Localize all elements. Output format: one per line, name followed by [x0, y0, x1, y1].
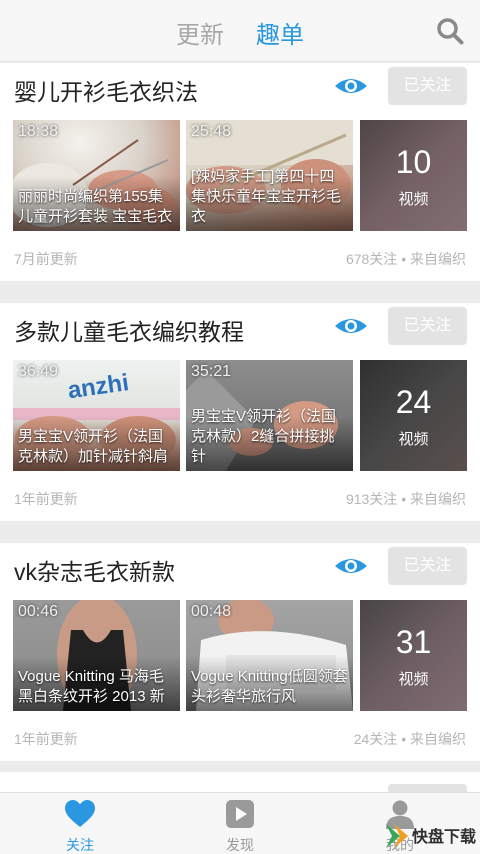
video-count-unit: 视频 [398, 431, 429, 448]
video-thumbnail[interactable]: 00:48 Vogue Knitting低圆领套头衫奢华旅行风 [186, 600, 353, 711]
updated-time: 1年前更新 [14, 491, 78, 507]
video-count: 10 [395, 144, 432, 180]
tab-fun-list[interactable]: 趣单 [256, 15, 304, 50]
video-thumbnail[interactable]: 35:21 男宝宝V领开衫（法国克林款）2缝合拼接挑针 [186, 360, 353, 471]
video-thumbnail[interactable]: anzhi 36:49 男宝宝V领开衫（法国克林款）加针减针斜肩 [13, 360, 180, 471]
video-thumbnail[interactable]: 00:46 Vogue Knitting 马海毛黑白条纹开衫 2013 新 [13, 600, 180, 711]
follow-stats: 24关注 • 来自编织 [353, 731, 466, 747]
heart-icon [65, 800, 95, 827]
video-title: 丽丽时尚编织第155集儿童开衫套装 宝宝毛衣 [18, 188, 173, 225]
eye-icon [335, 559, 367, 573]
video-duration: 36:49 [18, 363, 59, 380]
followed-button[interactable]: 已关注 [388, 67, 467, 105]
more-videos-tile[interactable]: 31 视频 [360, 600, 467, 711]
video-count-unit: 视频 [398, 191, 429, 208]
card-title: 多款儿童毛衣编织教程 [14, 319, 244, 345]
card-title: 婴儿开衫毛衣织法 [14, 79, 198, 105]
video-duration: 25:48 [191, 123, 232, 140]
watermark-graphic: 快盘下载 [386, 824, 476, 848]
video-title: [辣妈家手工]第四十四集快乐童年宝宝开衫毛衣 [191, 168, 342, 225]
video-thumbnail[interactable]: 25:48 [辣妈家手工]第四十四集快乐童年宝宝开衫毛衣 [186, 120, 353, 231]
video-title: Vogue Knitting低圆领套头衫奢华旅行风 [191, 668, 348, 705]
eye-icon [335, 79, 367, 93]
more-videos-tile[interactable]: 10 视频 [360, 120, 467, 231]
svg-text:快盘下载: 快盘下载 [412, 827, 476, 846]
list-card[interactable]: 多款儿童毛衣编织教程 已关注 anzhi 36:49 男宝宝V领开衫（法国克林款… [0, 303, 480, 521]
followed-button[interactable]: 已关注 [388, 547, 467, 585]
nav-discover-label: 发现 [226, 837, 254, 853]
list-card[interactable]: vk杂志毛衣新款 已关注 00:46 Vogue Knitting 马海毛黑白条… [0, 543, 480, 761]
video-count: 24 [395, 384, 432, 420]
eye-icon [335, 319, 367, 333]
nav-follow-label: 关注 [66, 837, 94, 853]
video-thumbnail[interactable]: 18:38 丽丽时尚编织第155集儿童开衫套装 宝宝毛衣 [13, 120, 180, 231]
video-count-unit: 视频 [398, 671, 429, 688]
follow-stats: 678关注 • 来自编织 [345, 251, 466, 267]
video-duration: 00:46 [18, 603, 59, 620]
video-title: 男宝宝V领开衫（法国克林款）2缝合拼接挑针 [191, 408, 337, 465]
svg-text:anzhi: anzhi [66, 369, 131, 404]
video-count: 31 [395, 624, 432, 660]
video-title: 男宝宝V领开衫（法国克林款）加针减针斜肩 [18, 428, 169, 465]
video-title: Vogue Knitting 马海毛黑白条纹开衫 2013 新 [18, 668, 165, 705]
search-icon[interactable] [436, 17, 464, 45]
watermark-logo: 快盘下载 [382, 820, 478, 852]
video-duration: 35:21 [191, 363, 232, 380]
list-card[interactable]: 婴儿开衫毛衣织法 已关注 18:38 丽丽时尚编织第155集儿童开衫套装 宝宝毛… [0, 63, 480, 281]
video-duration: 00:48 [191, 603, 232, 620]
updated-time: 1年前更新 [14, 731, 78, 747]
video-duration: 18:38 [18, 123, 59, 140]
nav-follow[interactable]: 关注 [40, 799, 120, 853]
followed-button[interactable]: 已关注 [388, 307, 467, 345]
play-icon [226, 800, 254, 828]
card-title: vk杂志毛衣新款 [14, 559, 175, 585]
updated-time: 7月前更新 [14, 251, 78, 267]
follow-stats: 913关注 • 来自编织 [345, 491, 466, 507]
tab-update[interactable]: 更新 [176, 15, 224, 50]
top-bar: 更新 趣单 [0, 0, 480, 62]
nav-discover[interactable]: 发现 [200, 799, 280, 853]
more-videos-tile[interactable]: 24 视频 [360, 360, 467, 471]
